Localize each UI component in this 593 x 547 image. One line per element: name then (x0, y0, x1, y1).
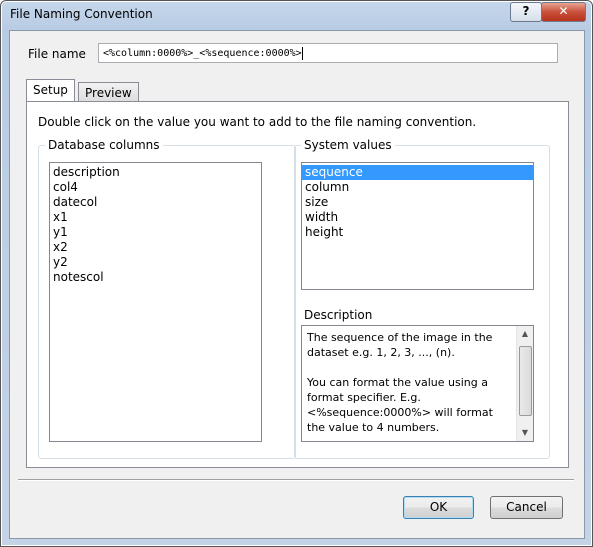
text-cursor (301, 46, 303, 60)
description-line: You can format the value using a format … (307, 376, 493, 434)
cancel-button[interactable]: Cancel (490, 496, 563, 519)
database-columns-label: Database columns (45, 138, 163, 152)
database-column-item[interactable]: description (50, 165, 261, 180)
dialog-window: File Naming Convention ? ✕ File name <%c… (0, 0, 593, 547)
scroll-down-arrow-icon[interactable]: ▼ (517, 425, 533, 441)
scroll-up-arrow-icon[interactable]: ▲ (517, 326, 533, 342)
dialog-client-area: File name <%column:0000%>_<%sequence:000… (9, 30, 585, 539)
database-column-item[interactable]: col4 (50, 180, 261, 195)
description-scrollbar[interactable]: ▲ ▼ (516, 326, 533, 441)
system-values-items: sequence column size width height (302, 163, 533, 240)
ok-button[interactable]: OK (403, 496, 474, 519)
system-value-item[interactable]: column (302, 180, 533, 195)
description-text: The sequence of the image in the dataset… (307, 330, 507, 450)
button-separator (18, 479, 574, 481)
description-line: The sequence of the image in the dataset… (307, 331, 493, 359)
title-bar[interactable]: File Naming Convention ? ✕ (1, 1, 592, 29)
scrollbar-thumb[interactable] (519, 346, 532, 416)
help-icon: ? (522, 4, 530, 18)
database-column-item[interactable]: notescol (50, 270, 261, 285)
file-name-input[interactable]: <%column:0000%>_<%sequence:0000%> (98, 43, 558, 63)
database-column-item[interactable]: x2 (50, 240, 261, 255)
system-value-item[interactable]: sequence (302, 165, 533, 180)
database-column-item[interactable]: y2 (50, 255, 261, 270)
help-button[interactable]: ? (510, 2, 542, 22)
system-values-label: System values (301, 138, 395, 152)
database-column-item[interactable]: datecol (50, 195, 261, 210)
database-column-item[interactable]: y1 (50, 225, 261, 240)
database-columns-group: Database columns description col4 datecol x… (38, 138, 296, 459)
setup-tab-panel: Double click on the value you want to ad… (26, 101, 569, 468)
system-value-item[interactable]: size (302, 195, 533, 210)
description-textbox[interactable]: The sequence of the image in the dataset… (301, 325, 534, 442)
file-name-value: <%column:0000%>_<%sequence:0000%> (103, 48, 302, 59)
system-value-item[interactable]: height (302, 225, 533, 240)
tab-setup-label: Setup (33, 83, 68, 97)
close-icon: ✕ (558, 4, 569, 18)
database-column-item[interactable]: x1 (50, 210, 261, 225)
system-values-list[interactable]: sequence column size width height (301, 162, 534, 290)
description-label: Description (304, 308, 373, 322)
file-name-label: File name (28, 47, 86, 61)
system-values-group: System values sequence column size width hei… (294, 138, 550, 459)
window-title: File Naming Convention (10, 7, 153, 21)
tab-preview-label: Preview (85, 86, 132, 100)
database-columns-items: description col4 datecol x1 y1 x2 y2 notescol (50, 163, 261, 285)
instruction-text: Double click on the value you want to ad… (38, 115, 477, 129)
close-button[interactable]: ✕ (541, 2, 586, 22)
tab-setup[interactable]: Setup (26, 79, 75, 102)
system-value-item[interactable]: width (302, 210, 533, 225)
database-columns-list[interactable]: description col4 datecol x1 y1 x2 y2 notescol (49, 162, 262, 442)
tab-preview[interactable]: Preview (78, 82, 139, 102)
